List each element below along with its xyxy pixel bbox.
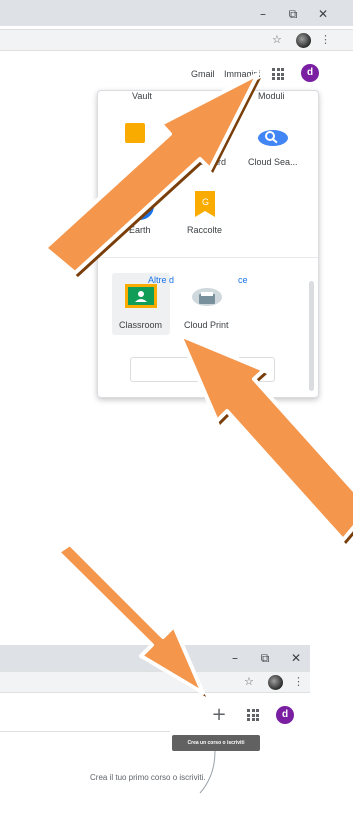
bottom-apps-grid-icon[interactable]: [247, 709, 259, 721]
bottom-address-bar[interactable]: [0, 671, 310, 693]
collections-icon[interactable]: G: [195, 191, 215, 217]
empty-state-text: Crea il tuo primo corso o iscriviti.: [90, 773, 206, 782]
bottom-bookmark-star-icon[interactable]: ☆: [244, 676, 254, 688]
app-label-classroom[interactable]: Classroom: [119, 320, 162, 330]
top-chrome-menu-icon[interactable]: ⋮: [320, 34, 331, 46]
jamboard-icon[interactable]: [125, 123, 147, 145]
bottom-profile-picture[interactable]: [268, 675, 283, 690]
classroom-icon[interactable]: [125, 284, 157, 308]
bottom-chrome-menu-icon[interactable]: ⋮: [293, 676, 304, 688]
app-label-collections[interactable]: Raccolte: [187, 225, 222, 235]
app-label-vault[interactable]: Vault: [132, 91, 152, 101]
more-apps-button[interactable]: [130, 357, 275, 382]
top-restore-button[interactable]: ⧉: [285, 7, 301, 21]
app-label-jamboard[interactable]: Jamboard: [186, 157, 226, 167]
top-close-button[interactable]: ✕: [315, 7, 331, 21]
bottom-restore-button[interactable]: ⧉: [257, 651, 273, 665]
bottom-close-button[interactable]: ✕: [288, 651, 304, 665]
top-bookmark-star-icon[interactable]: ☆: [272, 34, 282, 46]
more-apps-label-start: Altre d: [148, 275, 175, 285]
bottom-minimize-button[interactable]: –: [227, 651, 243, 665]
add-course-button[interactable]: +: [208, 704, 230, 726]
gmail-link[interactable]: Gmail: [191, 69, 215, 79]
cloud-search-icon[interactable]: [256, 125, 290, 147]
top-profile-picture[interactable]: [296, 33, 311, 48]
app-label-forms[interactable]: Moduli: [258, 91, 285, 101]
app-label-cloud-search[interactable]: Cloud Sea...: [248, 157, 298, 167]
add-course-tooltip: Crea un corso o iscriviti: [172, 735, 260, 751]
top-account-avatar[interactable]: d: [301, 64, 319, 82]
svg-text:G: G: [202, 197, 209, 207]
apps-grid-icon[interactable]: [272, 68, 284, 80]
google-apps-panel: Vault Moduli Jamboard Cloud Sea... Earth…: [97, 90, 319, 398]
earth-icon[interactable]: [125, 191, 155, 221]
app-label-earth[interactable]: Earth: [129, 225, 151, 235]
bottom-account-avatar[interactable]: d: [276, 706, 294, 724]
images-link[interactable]: Immagini: [224, 69, 261, 79]
cloud-print-icon[interactable]: [190, 284, 224, 308]
bottom-header-separator: [0, 731, 170, 732]
top-minimize-button[interactable]: –: [255, 7, 271, 21]
more-apps-label-end: ce: [238, 275, 248, 285]
panel-divider: [98, 257, 318, 258]
panel-scrollbar[interactable]: [309, 281, 314, 391]
app-label-cloud-print[interactable]: Cloud Print: [184, 320, 229, 330]
